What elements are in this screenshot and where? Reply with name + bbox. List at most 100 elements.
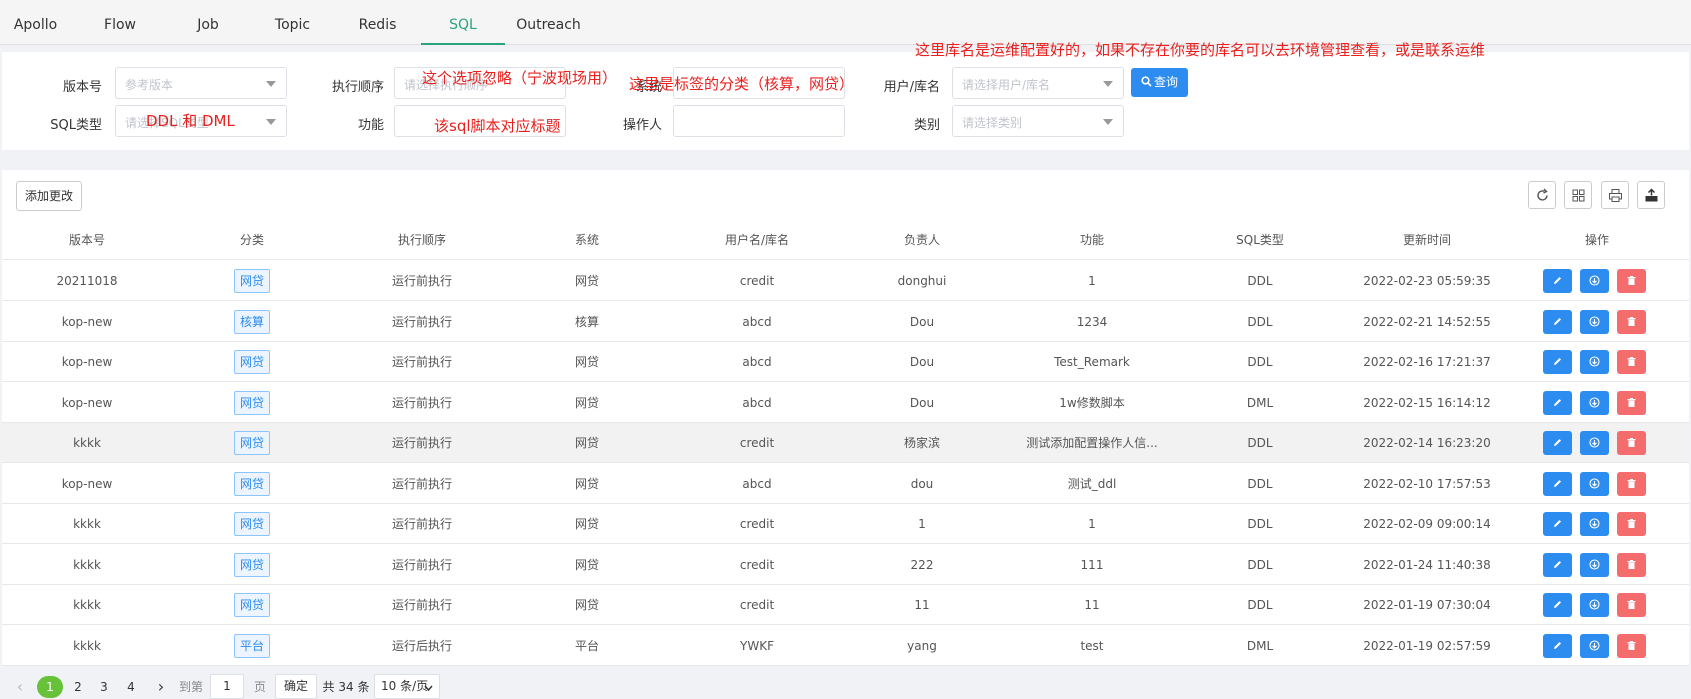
pencil-icon xyxy=(1554,398,1561,406)
trash-icon xyxy=(1627,478,1636,488)
tab-topic[interactable]: Topic xyxy=(270,0,315,45)
delete-button[interactable] xyxy=(1617,471,1646,496)
cell-updated: 2022-02-16 17:21:37 xyxy=(1363,355,1491,369)
cell-function: 1 xyxy=(1088,517,1096,531)
edit-button[interactable] xyxy=(1543,431,1572,455)
goto-page-input[interactable]: 1 xyxy=(210,674,244,699)
cell-category: 平台 xyxy=(192,626,312,666)
tab-sql[interactable]: SQL xyxy=(421,0,505,45)
cell-sql-type: DDL xyxy=(1247,355,1273,369)
print-button[interactable] xyxy=(1601,181,1629,209)
header-owner[interactable]: 负责人 xyxy=(862,220,982,260)
pencil-icon xyxy=(1554,601,1561,608)
download-button[interactable] xyxy=(1580,633,1609,658)
table-row[interactable]: kop-new 网贷 运行前执行 网贷 abcd Dou 1w修数脚本 DML 2022-02-… xyxy=(2,383,1689,423)
tab-job[interactable]: Job xyxy=(188,0,228,45)
edit-button[interactable] xyxy=(1543,350,1572,374)
edit-button[interactable] xyxy=(1543,593,1572,617)
operator-input[interactable] xyxy=(673,105,845,137)
edit-button[interactable] xyxy=(1543,552,1572,577)
header-function[interactable]: 功能 xyxy=(1007,220,1177,260)
table-row[interactable]: kkkk 网贷 运行前执行 网贷 credit 1 1 DDL 2022-02-09 09:00… xyxy=(2,504,1689,544)
cell-category: 网贷 xyxy=(192,585,312,625)
download-button[interactable] xyxy=(1580,269,1609,293)
table-row[interactable]: kop-new 核算 运行前执行 核算 abcd Dou 1234 DDL 2022-02-21… xyxy=(2,302,1689,342)
delete-button[interactable] xyxy=(1617,269,1646,293)
page-size-value: 10 条/页 xyxy=(381,679,429,693)
cell-updated: 2022-02-09 09:00:14 xyxy=(1363,517,1491,531)
download-button[interactable] xyxy=(1580,471,1609,496)
export-button[interactable] xyxy=(1637,181,1665,209)
prev-page-button[interactable]: ‹ xyxy=(10,676,30,698)
delete-button[interactable] xyxy=(1617,593,1646,617)
cell-function: 测试添加配置操作人信... xyxy=(1026,436,1158,450)
edit-button[interactable] xyxy=(1543,309,1572,334)
edit-button[interactable] xyxy=(1543,390,1572,415)
delete-button[interactable] xyxy=(1617,350,1646,374)
header-order[interactable]: 执行顺序 xyxy=(352,220,492,260)
download-button[interactable] xyxy=(1580,552,1609,577)
columns-button[interactable] xyxy=(1564,181,1592,209)
query-button[interactable]: 查询 xyxy=(1131,68,1188,97)
page-unit-label: 页 xyxy=(253,680,266,694)
next-page-button[interactable]: › xyxy=(151,676,171,698)
chevron-down-icon xyxy=(424,685,433,691)
cell-version: kop-new xyxy=(61,314,113,329)
download-button[interactable] xyxy=(1580,512,1609,536)
header-version[interactable]: 版本号 xyxy=(22,220,152,260)
edit-button[interactable] xyxy=(1543,471,1572,496)
page-4-button[interactable]: 4 xyxy=(121,676,141,698)
pencil-icon xyxy=(1554,277,1561,284)
table-row[interactable]: 20211018 网贷 运行前执行 网贷 credit donghui 1 DDL 2022-0… xyxy=(2,261,1689,301)
delete-button[interactable] xyxy=(1617,390,1646,415)
cell-version: kkkk xyxy=(73,517,101,531)
header-sql-type[interactable]: SQL类型 xyxy=(1200,220,1320,260)
page-2-button[interactable]: 2 xyxy=(68,676,88,698)
page-1-button[interactable]: 1 xyxy=(37,676,63,698)
chevron-down-icon xyxy=(266,81,276,87)
table-row[interactable]: kkkk 网贷 运行前执行 网贷 credit 杨家滨 测试添加配置操作人信... DDL 20… xyxy=(2,423,1689,463)
refresh-button[interactable] xyxy=(1528,181,1556,209)
tab-flow[interactable]: Flow xyxy=(95,0,145,45)
goto-confirm-button[interactable]: 确定 xyxy=(275,674,317,699)
download-button[interactable] xyxy=(1580,593,1609,617)
cell-system: 核算 xyxy=(574,314,599,329)
tab-outreach[interactable]: Outreach xyxy=(516,0,581,45)
delete-button[interactable] xyxy=(1617,633,1646,658)
table-row[interactable]: kkkk 平台 运行后执行 平台 YWKF yang test DML 2022-01-19 0… xyxy=(2,626,1689,666)
add-change-button[interactable]: 添加更改 xyxy=(16,181,82,211)
table-row[interactable]: kop-new 网贷 运行前执行 网贷 abcd dou 测试_ddl DDL 2022-02-… xyxy=(2,464,1689,504)
table-row[interactable]: kkkk 网贷 运行前执行 网贷 credit 222 111 DDL 2022-01-24 1… xyxy=(2,545,1689,585)
tab-redis[interactable]: Redis xyxy=(355,0,400,45)
category-select[interactable]: 请选择类别 xyxy=(952,105,1124,137)
trash-icon xyxy=(1627,640,1636,650)
download-button[interactable] xyxy=(1580,309,1609,334)
delete-button[interactable] xyxy=(1617,552,1646,577)
delete-button[interactable] xyxy=(1617,309,1646,334)
download-button[interactable] xyxy=(1580,390,1609,415)
table-header: 版本号 分类 执行顺序 系统 用户名/库名 负责人 功能 SQL类型 更新时间 … xyxy=(2,220,1689,260)
header-category[interactable]: 分类 xyxy=(192,220,312,260)
table-row[interactable]: kkkk 网贷 运行前执行 网贷 credit 11 11 DDL 2022-01-19 07:… xyxy=(2,585,1689,625)
tab-apollo[interactable]: Apollo xyxy=(8,0,63,45)
user-db-select[interactable]: 请选择用户/库名 xyxy=(952,67,1124,99)
download-button[interactable] xyxy=(1580,350,1609,374)
edit-button[interactable] xyxy=(1543,512,1572,536)
cell-system: 网贷 xyxy=(574,436,599,450)
download-button[interactable] xyxy=(1580,431,1609,455)
delete-button[interactable] xyxy=(1617,512,1646,536)
page-3-button[interactable]: 3 xyxy=(94,676,114,698)
cell-user-db: abcd xyxy=(742,476,772,491)
edit-button[interactable] xyxy=(1543,269,1572,293)
edit-button[interactable] xyxy=(1543,633,1572,658)
cell-version: kop-new xyxy=(61,476,113,491)
header-updated[interactable]: 更新时间 xyxy=(1347,220,1507,260)
delete-button[interactable] xyxy=(1617,431,1646,455)
pagination: ‹ 1 2 3 4 › 到第 1 页 确定 共 34 条 10 条/页 xyxy=(0,674,1691,699)
table-row[interactable]: kop-new 网贷 运行前执行 网贷 abcd Dou Test_Remark DDL 202… xyxy=(2,342,1689,382)
version-select[interactable]: 参考版本 xyxy=(115,67,287,99)
header-user-db[interactable]: 用户名/库名 xyxy=(682,220,832,260)
header-system[interactable]: 系统 xyxy=(532,220,642,260)
pencil-icon xyxy=(1554,479,1561,487)
page-size-select[interactable]: 10 条/页 xyxy=(374,674,440,699)
